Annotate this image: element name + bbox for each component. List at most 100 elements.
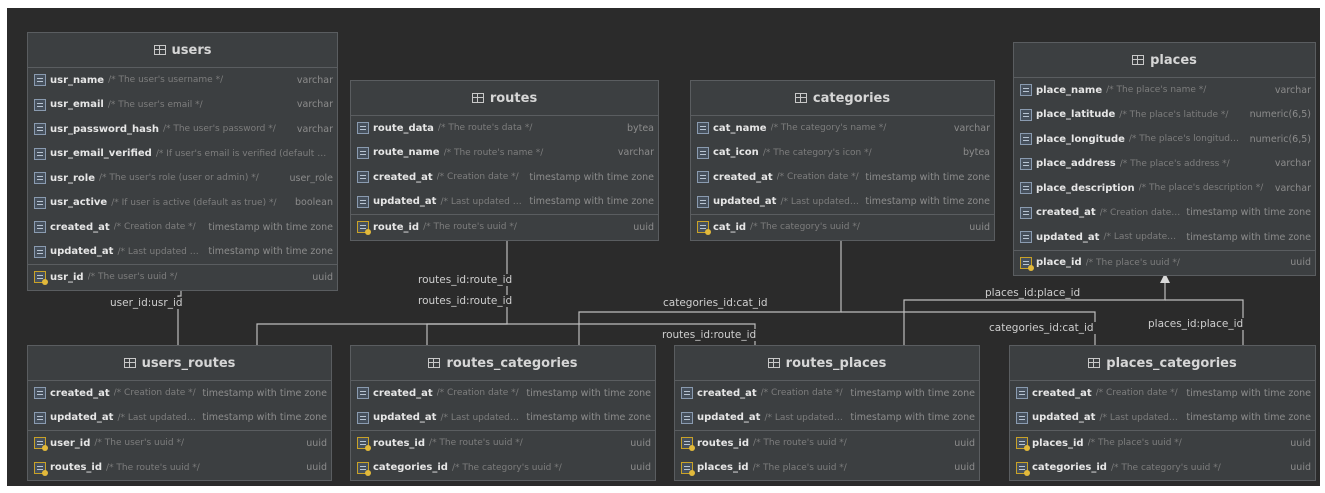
column-comment: /* Creation date */ <box>436 388 519 399</box>
table-users-routes[interactable]: users_routes created_at/* Creation date … <box>27 345 332 481</box>
table-title: routes_categories <box>446 355 578 371</box>
column-row[interactable]: updated_at/* Last updated date */ timesta… <box>675 406 979 431</box>
primary-key-column-icon <box>1016 461 1030 476</box>
column-name: places_id <box>697 462 749 474</box>
table-icon <box>794 93 807 103</box>
column-row[interactable]: created_at/* Creation date */ timestamp w… <box>351 165 658 190</box>
column-icon <box>697 146 709 159</box>
column-type: timestamp with time zone <box>850 412 975 424</box>
relation-label: categories_id:cat_id <box>987 322 1096 334</box>
key-column-row[interactable]: places_id/* The place's uuid */ uuid <box>1010 430 1315 456</box>
table-header[interactable]: categories <box>691 81 994 116</box>
table-routes-places[interactable]: routes_places created_at/* Creation date… <box>674 345 980 481</box>
column-name: place_address <box>1036 158 1116 170</box>
diagram-canvas: users usr_name/* The user's username */ v… <box>7 8 1320 486</box>
key-column-row[interactable]: categories_id/* The category's uuid */ uu… <box>1010 456 1315 481</box>
column-row[interactable]: usr_email_verified/* If user's email is … <box>28 142 337 167</box>
column-row[interactable]: created_at/* Creation date */ timestamp w… <box>351 381 655 406</box>
table-header[interactable]: places <box>1014 43 1315 78</box>
column-type: uuid <box>1290 257 1311 269</box>
column-row[interactable]: usr_password_hash/* The user's password … <box>28 117 337 142</box>
column-row[interactable]: route_name/* The route's name */ varchar <box>351 141 658 166</box>
table-places[interactable]: places place_name/* The place's name */ v… <box>1013 42 1316 276</box>
column-icon <box>34 123 46 136</box>
table-header[interactable]: users <box>28 33 337 68</box>
column-comment: /* If user is active (default as true) *… <box>111 197 277 208</box>
column-type: timestamp with time zone <box>1186 387 1311 399</box>
key-column-row[interactable]: usr_id/* The user's uuid */ uuid <box>28 264 337 290</box>
table-header[interactable]: routes_places <box>675 346 979 381</box>
column-row[interactable]: created_at/* Creation date */ timestamp w… <box>28 381 331 406</box>
column-comment: /* Last updated date */ <box>1103 232 1180 243</box>
key-column-row[interactable]: routes_id/* The route's uuid */ uuid <box>28 456 331 481</box>
key-column-row[interactable]: user_id/* The user's uuid */ uuid <box>28 430 331 456</box>
column-row[interactable]: cat_name/* The category's name */ varchar <box>691 116 994 141</box>
column-row[interactable]: place_longitude/* The place's longitude … <box>1014 127 1315 152</box>
column-name: route_name <box>373 147 440 159</box>
key-column-row[interactable]: categories_id/* The category's uuid */ uu… <box>351 456 655 481</box>
column-name: updated_at <box>697 412 761 424</box>
table-icon <box>428 358 441 368</box>
key-column-row[interactable]: routes_id/* The route's uuid */ uuid <box>675 430 979 456</box>
table-routes-categories[interactable]: routes_categories created_at/* Creation … <box>350 345 656 481</box>
column-row[interactable]: usr_role/* The user's role (user or admi… <box>28 166 337 191</box>
table-routes[interactable]: routes route_data/* The route's data */ b… <box>350 80 659 241</box>
table-places-categories[interactable]: places_categories created_at/* Creation … <box>1009 345 1316 481</box>
column-row[interactable]: place_description/* The place's descript… <box>1014 176 1315 201</box>
column-name: place_longitude <box>1036 133 1125 145</box>
table-title: places_categories <box>1106 355 1237 371</box>
column-row[interactable]: updated_at/* Last updated date */ timesta… <box>691 190 994 215</box>
column-row[interactable]: created_at/* Creation date */ timestamp w… <box>28 215 337 240</box>
column-row[interactable]: updated_at/* Last updated date */ timesta… <box>28 406 331 431</box>
key-column-row[interactable]: route_id/* The route's uuid */ uuid <box>351 214 658 240</box>
column-icon <box>1016 411 1028 424</box>
column-row[interactable]: place_address/* The place's address */ va… <box>1014 152 1315 177</box>
key-column-row[interactable]: place_id/* The place's uuid */ uuid <box>1014 249 1315 276</box>
column-row[interactable]: updated_at/* Last updated date */ timesta… <box>1014 225 1315 250</box>
column-row[interactable]: usr_name/* The user's username */ varchar <box>28 68 337 93</box>
column-row[interactable]: place_name/* The place's name */ varchar <box>1014 78 1315 103</box>
column-name: updated_at <box>50 412 114 424</box>
column-name: created_at <box>373 387 433 399</box>
column-icon <box>34 411 46 424</box>
column-type: varchar <box>1274 84 1311 96</box>
table-header[interactable]: users_routes <box>28 346 331 381</box>
table-header[interactable]: places_categories <box>1010 346 1315 381</box>
column-comment: /* If user's email is verified (default … <box>155 148 327 159</box>
column-row[interactable]: created_at/* Creation date */ timestamp w… <box>1014 201 1315 226</box>
column-row[interactable]: route_data/* The route's data */ bytea <box>351 116 658 141</box>
column-icon <box>1020 182 1032 195</box>
column-name: usr_email <box>50 99 104 111</box>
key-column-row[interactable]: places_id/* The place's uuid */ uuid <box>675 456 979 481</box>
column-row[interactable]: updated_at/* Last updated date */ timesta… <box>351 406 655 431</box>
column-row[interactable]: usr_email/* The user's email */ varchar <box>28 93 337 118</box>
column-icon <box>1020 231 1032 244</box>
column-row[interactable]: updated_at/* Last updated date */ timesta… <box>1010 406 1315 431</box>
relation-label: places_id:place_id <box>1146 318 1246 330</box>
column-type: numeric(6,5) <box>1249 109 1311 121</box>
column-row[interactable]: cat_icon/* The category's icon */ bytea <box>691 141 994 166</box>
table-categories[interactable]: categories cat_name/* The category's nam… <box>690 80 995 241</box>
table-users[interactable]: users usr_name/* The user's username */ v… <box>27 32 338 291</box>
column-row[interactable]: created_at/* Creation date */ timestamp w… <box>1010 381 1315 406</box>
column-row[interactable]: created_at/* Creation date */ timestamp w… <box>691 165 994 190</box>
table-title: users_routes <box>141 355 236 371</box>
column-row[interactable]: updated_at/* Last updated date */ timesta… <box>351 190 658 215</box>
key-column-row[interactable]: routes_id/* The route's uuid */ uuid <box>351 430 655 456</box>
table-header[interactable]: routes_categories <box>351 346 655 381</box>
column-row[interactable]: usr_active/* If user is active (default … <box>28 191 337 216</box>
column-type: varchar <box>617 147 654 159</box>
column-icon <box>357 122 369 135</box>
column-name: created_at <box>50 221 110 233</box>
column-name: usr_password_hash <box>50 123 159 135</box>
table-header[interactable]: routes <box>351 81 658 116</box>
column-row[interactable]: created_at/* Creation date */ timestamp w… <box>675 381 979 406</box>
column-icon <box>34 74 46 87</box>
column-type: timestamp with time zone <box>865 196 990 208</box>
column-type: varchar <box>953 122 990 134</box>
column-row[interactable]: updated_at/* Last updated date */ timesta… <box>28 240 337 265</box>
table-title: places <box>1150 52 1197 68</box>
column-name: usr_role <box>50 172 96 184</box>
key-column-row[interactable]: cat_id/* The category's uuid */ uuid <box>691 214 994 240</box>
column-row[interactable]: place_latitude/* The place's latitude */… <box>1014 103 1315 128</box>
